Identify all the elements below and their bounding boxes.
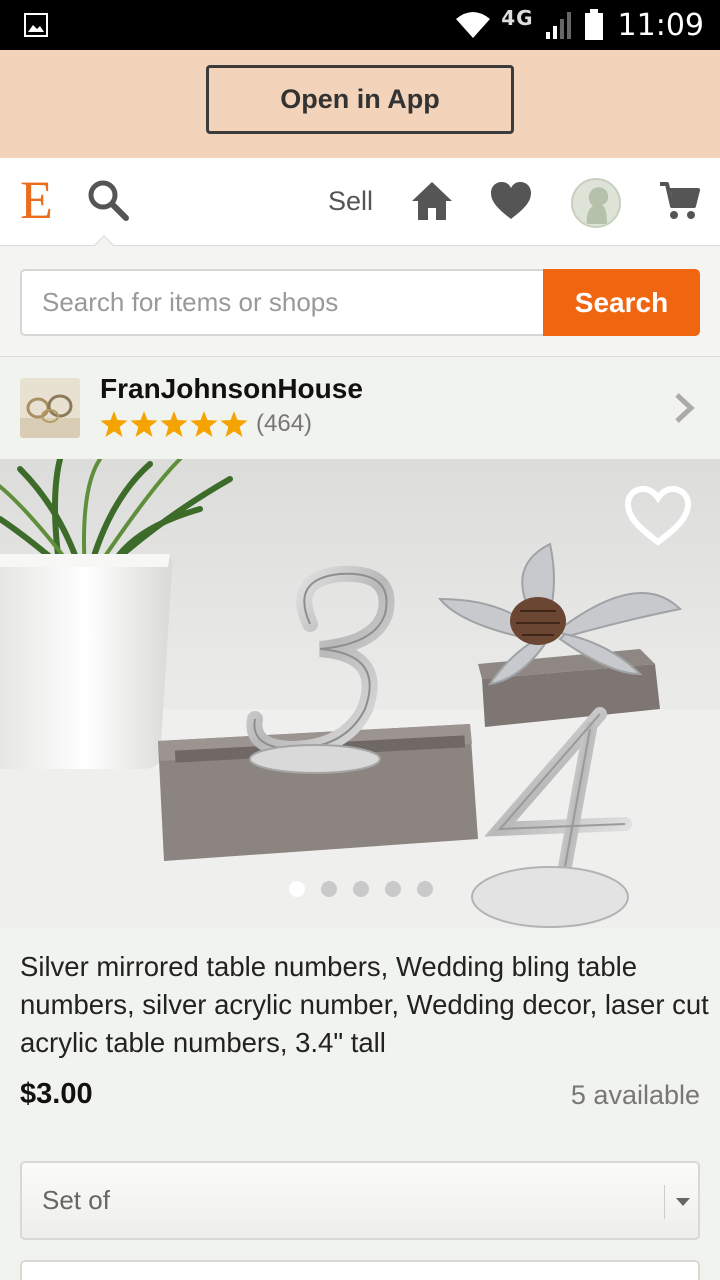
search-caret (92, 235, 116, 248)
heart-icon[interactable] (490, 181, 532, 221)
favorite-heart-icon[interactable] (624, 485, 692, 547)
open-in-app-button[interactable]: Open in App (206, 65, 514, 134)
availability-text: 5 available (570, 1080, 700, 1110)
quantity-select[interactable] (20, 1260, 700, 1280)
clock: 11:09 (617, 7, 704, 43)
site-header: E Sell (0, 158, 720, 246)
sell-link[interactable]: Sell (328, 186, 373, 217)
star-icon (220, 411, 248, 437)
shop-row[interactable]: FranJohnsonHouse (464) (0, 358, 720, 458)
shop-rating: (464) (100, 410, 312, 438)
gallery-dot[interactable] (321, 881, 337, 897)
star-icon (160, 411, 188, 437)
search-button[interactable]: Search (543, 269, 700, 336)
search-bar: Search (0, 247, 720, 357)
review-count: (464) (256, 410, 313, 437)
variant-select-value: Set of (42, 1185, 110, 1215)
etsy-logo[interactable]: E (20, 170, 53, 230)
gallery-dot[interactable] (417, 881, 433, 897)
shop-thumbnail (20, 378, 80, 438)
star-icon (190, 411, 218, 437)
listing-title: Silver mirrored table numbers, Wedding b… (20, 951, 709, 1058)
search-icon[interactable] (86, 178, 134, 226)
search-input[interactable] (20, 269, 545, 336)
gallery-pagination (289, 881, 433, 897)
battery-icon (584, 9, 603, 40)
select-divider (664, 1185, 665, 1219)
star-icon (130, 411, 158, 437)
wifi-icon (456, 12, 491, 38)
avatar-icon[interactable] (571, 178, 621, 228)
shop-name: FranJohnsonHouse (100, 373, 363, 404)
gallery-dot[interactable] (353, 881, 369, 897)
variant-select[interactable]: Set of (20, 1161, 700, 1240)
signal-icon (545, 12, 571, 39)
listing-price: $3.00 (20, 1078, 93, 1110)
product-image[interactable] (0, 459, 720, 928)
star-icon (100, 411, 128, 437)
status-bar: 4G 11:09 (0, 0, 720, 50)
gallery-dot[interactable] (289, 881, 305, 897)
home-icon[interactable] (410, 180, 454, 222)
app-banner: Open in App (0, 50, 720, 158)
gallery-icon (24, 13, 48, 37)
network-type: 4G (501, 6, 534, 30)
cart-icon[interactable] (658, 180, 700, 222)
gallery-dot[interactable] (385, 881, 401, 897)
chevron-right-icon (675, 393, 695, 423)
dropdown-arrow-icon (676, 1198, 690, 1206)
